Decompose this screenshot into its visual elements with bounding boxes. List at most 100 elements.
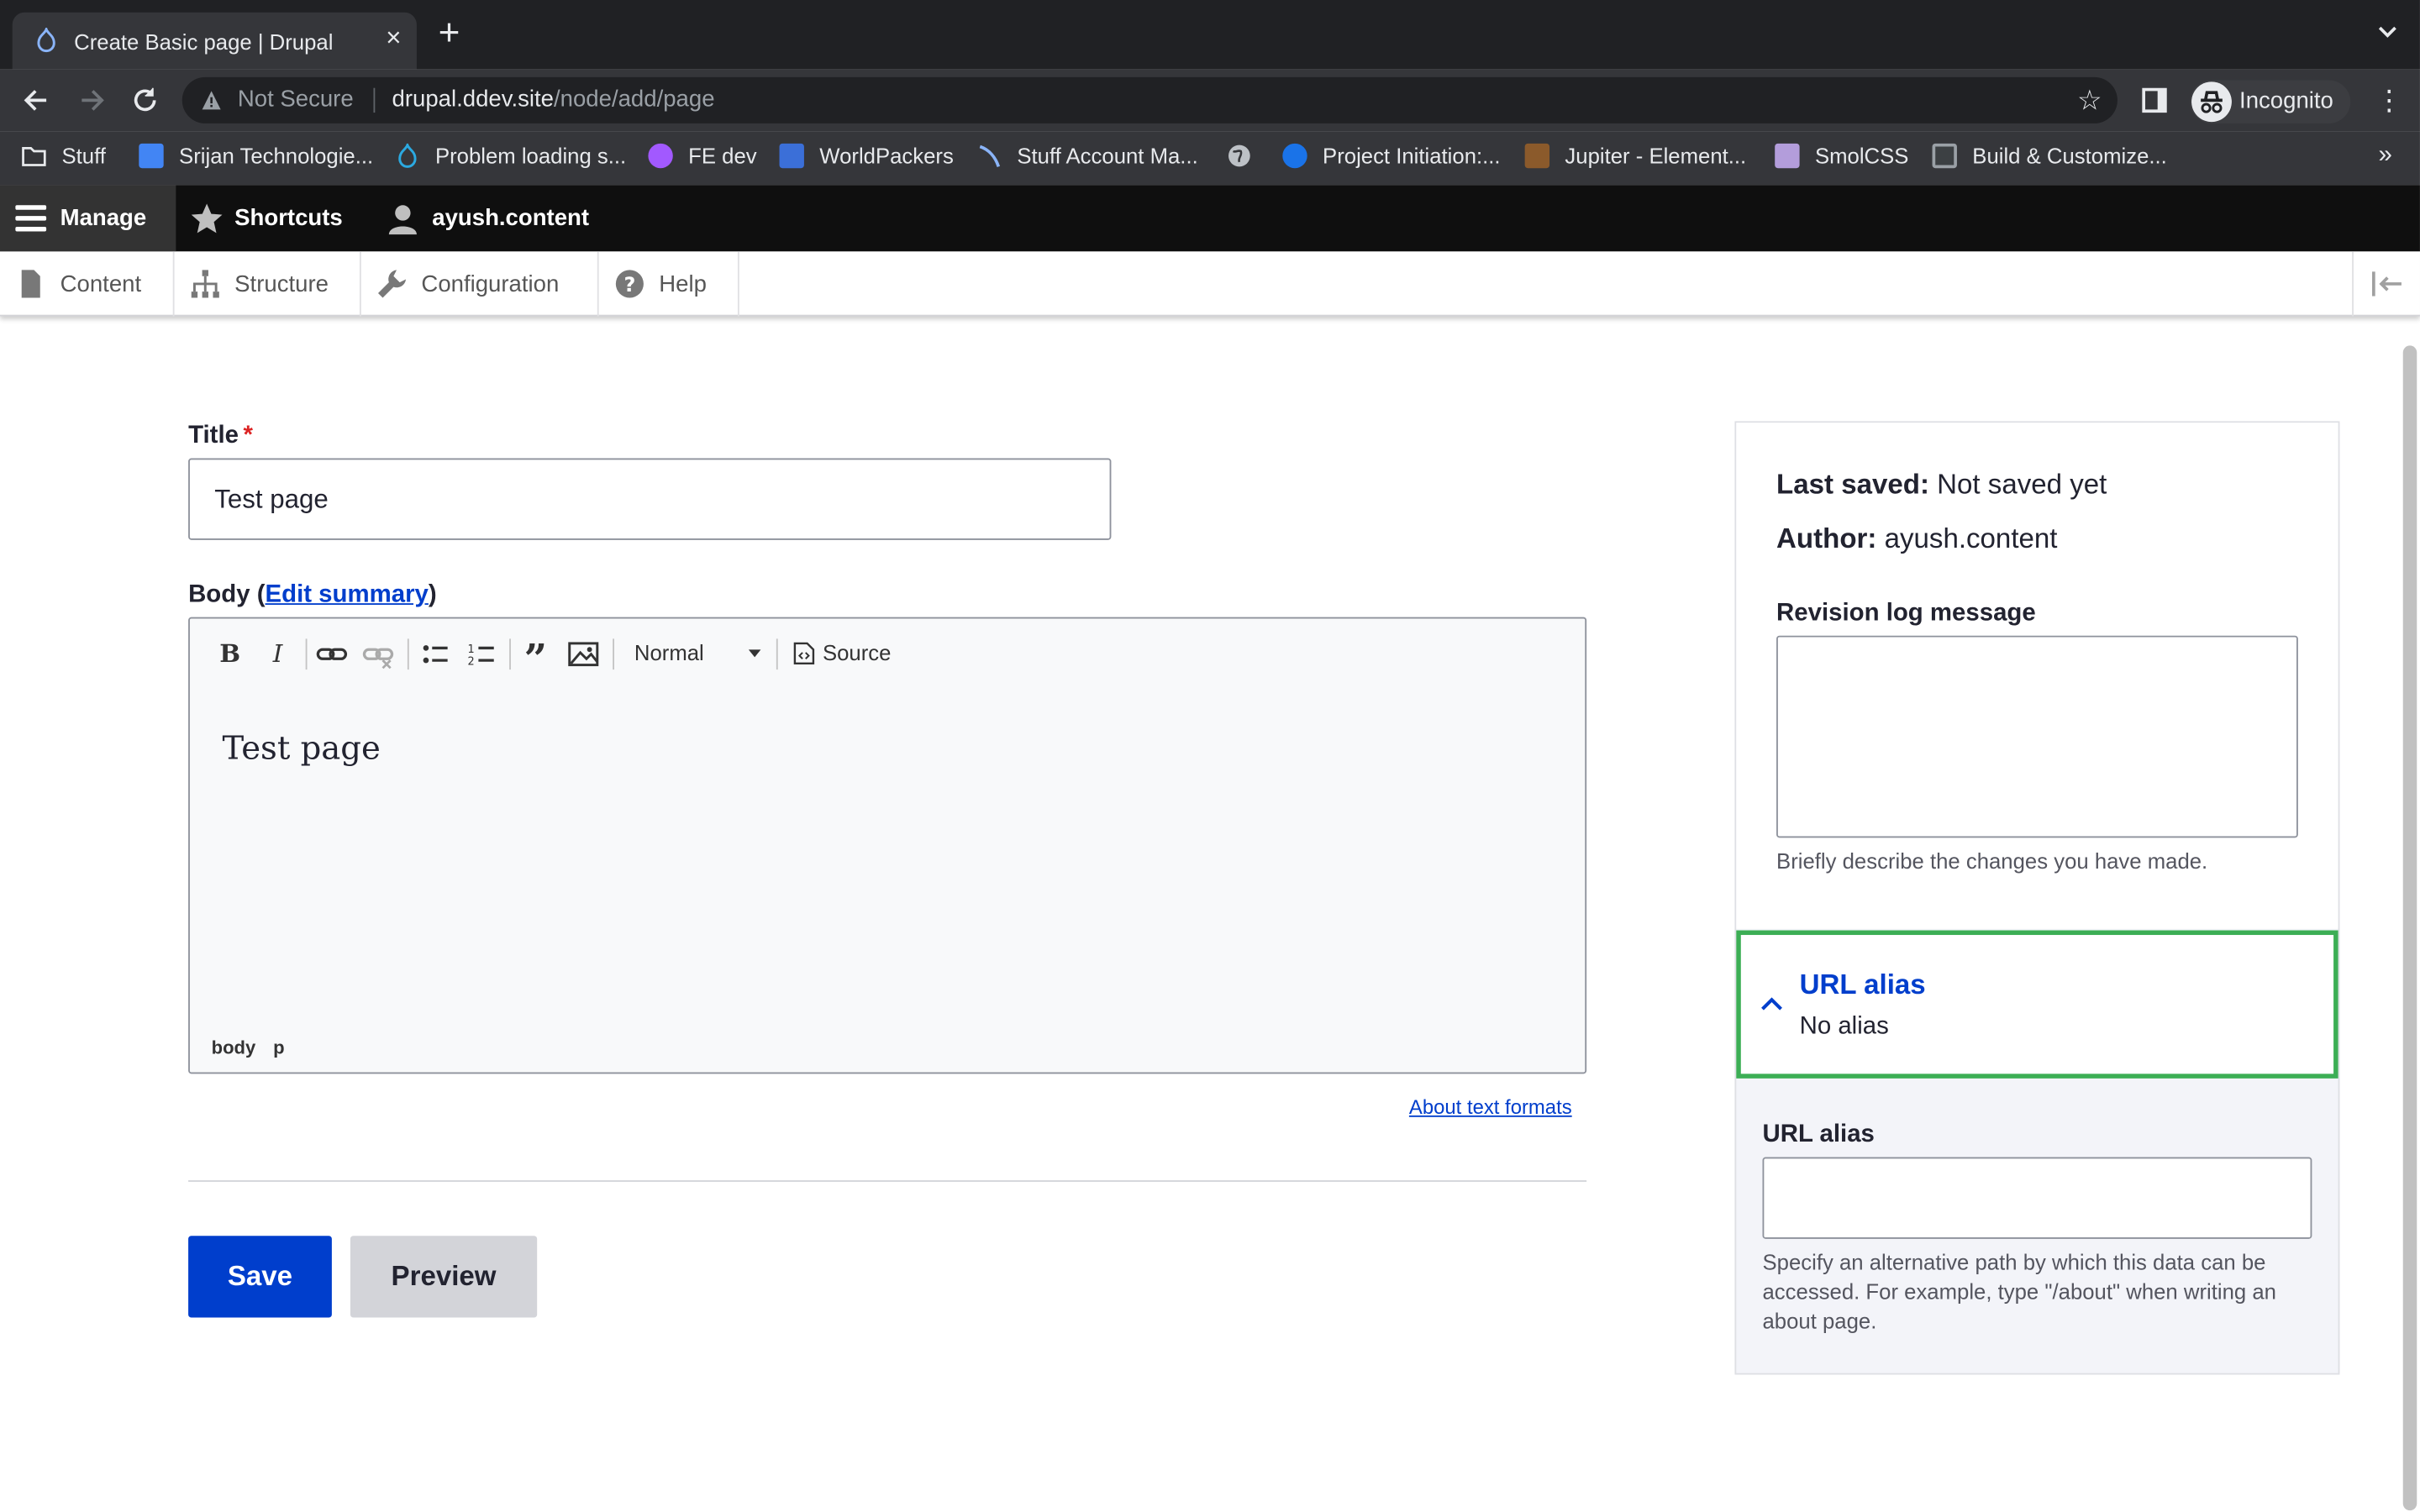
file-icon <box>21 270 40 298</box>
tray-content[interactable]: Content <box>0 251 175 317</box>
incognito-badge[interactable]: Incognito <box>2190 80 2351 123</box>
bookmarks-overflow-icon[interactable]: » <box>2379 142 2392 170</box>
edit-summary-link[interactable]: Edit summary <box>266 581 429 607</box>
tab-search-chevron-icon[interactable] <box>2377 22 2399 44</box>
svg-text:1: 1 <box>468 643 475 656</box>
url-alias-summary[interactable]: URL alias No alias <box>1736 930 2338 1079</box>
page-scrollbar[interactable] <box>2402 345 2417 1511</box>
manage-tab[interactable]: Manage <box>0 185 176 252</box>
bulleted-list-icon[interactable] <box>418 638 452 671</box>
url-alias-label: URL alias <box>1762 1121 1875 1148</box>
collapse-sidebar-icon <box>2372 271 2402 297</box>
incognito-label: Incognito <box>2239 87 2333 114</box>
url-path: /node/add/page <box>554 86 715 113</box>
toolbar-divider <box>776 638 778 670</box>
account-icon <box>979 144 1001 167</box>
side-panel-icon[interactable] <box>2142 87 2167 113</box>
toolbar-divider <box>407 638 409 670</box>
url-alias-heading: URL alias <box>1799 969 1926 1000</box>
address-bar[interactable]: Not Secure drupal.ddev.site/node/add/pag… <box>182 76 2118 123</box>
hamburger-icon <box>15 205 47 232</box>
url-alias-help: Specify an alternative path by which thi… <box>1762 1249 2276 1333</box>
u-icon <box>1932 143 1957 169</box>
bookmark-worldpackers[interactable]: WorldPackers <box>779 143 954 171</box>
bookmark-project-initiation[interactable]: Project Initiation:... <box>1282 143 1501 171</box>
browser-toolbar: Not Secure drupal.ddev.site/node/add/pag… <box>0 69 2420 132</box>
path-body[interactable]: body <box>212 1037 256 1058</box>
figma-icon <box>648 143 673 169</box>
path-p[interactable]: p <box>273 1037 284 1058</box>
toolbar-divider <box>613 638 615 670</box>
warning-triangle-icon <box>202 91 221 110</box>
browser-tab-active[interactable]: Create Basic page | Drupal × <box>12 12 417 70</box>
s-icon <box>1775 143 1800 169</box>
about-text-formats-link[interactable]: About text formats <box>1409 1095 1572 1119</box>
revision-log-help: Briefly describe the changes you have ma… <box>1776 848 2208 874</box>
image-icon[interactable] <box>566 638 600 671</box>
form-divider <box>188 1180 1587 1182</box>
tray-configuration[interactable]: Configuration <box>361 251 599 317</box>
bookmark-star-icon[interactable]: ☆ <box>2077 85 2102 116</box>
link-icon[interactable] <box>315 638 349 671</box>
browser-tab-title: Create Basic page | Drupal <box>74 29 334 55</box>
heading-dropdown[interactable]: Normal <box>634 640 704 664</box>
author: Author: ayush.content <box>1776 522 2058 554</box>
italic-icon[interactable]: I <box>260 638 294 671</box>
numbered-list-icon[interactable]: 12 <box>465 638 498 671</box>
bookmark-stuff[interactable]: Stuff <box>22 144 106 171</box>
star-icon <box>191 203 223 234</box>
bookmarks-bar: Stuff Srijan Technologie... Problem load… <box>0 131 2420 186</box>
jupiter-icon <box>1524 143 1550 169</box>
forward-arrow-icon[interactable] <box>76 85 107 116</box>
bookmark-jupiter[interactable]: Jupiter - Element... <box>1524 143 1746 171</box>
tray-help[interactable]: ? Help <box>599 251 739 317</box>
unlink-icon[interactable] <box>361 638 395 671</box>
url-host: drupal.ddev.site <box>392 86 555 113</box>
c-icon <box>1282 143 1307 169</box>
body-editor: B I 12 ” Normal Source Test page body p <box>188 617 1587 1074</box>
editor-toolbar: B I 12 ” Normal Source <box>190 619 1585 690</box>
bookmark-build-customize[interactable]: Build & Customize... <box>1932 143 2167 171</box>
dropdown-caret-icon <box>748 649 761 658</box>
close-tab-icon[interactable]: × <box>386 24 401 52</box>
source-button[interactable]: Source <box>793 640 891 665</box>
not-secure-label: Not Secure <box>237 86 354 113</box>
globe-icon <box>1228 144 1250 167</box>
wrench-icon <box>377 270 407 298</box>
reload-icon[interactable] <box>129 85 160 116</box>
bookmark-smolcss[interactable]: SmolCSS <box>1775 143 1908 171</box>
svg-text:2: 2 <box>468 656 475 669</box>
admin-tray: Content Structure Configuration ? Help <box>0 251 2420 317</box>
title-input[interactable]: Test page <box>188 458 1112 540</box>
url-alias-input[interactable] <box>1762 1157 2312 1239</box>
drupal-favicon-icon <box>37 28 55 53</box>
tray-structure[interactable]: Structure <box>175 251 361 317</box>
bookmark-globe[interactable] <box>1227 144 1267 171</box>
bookmark-problem-loading[interactable]: Problem loading s... <box>395 143 626 171</box>
back-arrow-icon[interactable] <box>22 85 53 116</box>
bookmark-srijan[interactable]: Srijan Technologie... <box>139 143 373 171</box>
toolbar-divider <box>305 638 308 670</box>
source-icon <box>793 642 815 664</box>
help-icon: ? <box>615 270 644 298</box>
address-url[interactable]: drupal.ddev.site/node/add/page <box>392 87 715 113</box>
save-button[interactable]: Save <box>188 1236 332 1318</box>
shortcuts-tab[interactable]: Shortcuts <box>234 205 343 231</box>
new-tab-icon[interactable]: + <box>439 14 460 51</box>
tray-orientation-toggle[interactable] <box>2352 251 2420 317</box>
revision-log-textarea[interactable] <box>1776 635 2298 838</box>
bold-icon[interactable]: B <box>213 638 246 671</box>
browser-menu-icon[interactable]: ⋮ <box>2375 83 2403 120</box>
svg-text:?: ? <box>623 273 635 297</box>
blockquote-icon[interactable]: ” <box>518 638 552 684</box>
toolbar-divider <box>509 638 511 670</box>
editor-content[interactable]: Test page <box>222 730 380 767</box>
user-tab[interactable]: ayush.content <box>432 205 589 231</box>
user-icon <box>388 205 417 235</box>
bookmark-stuff-account[interactable]: Stuff Account Ma... <box>977 144 1198 171</box>
chevron-up-icon <box>1761 997 1782 1011</box>
node-meta-sidebar: Last saved: Not saved yet Author: ayush.… <box>1734 421 2340 1375</box>
last-saved: Last saved: Not saved yet <box>1776 469 2107 501</box>
bookmark-fe-dev[interactable]: FE dev <box>648 143 757 171</box>
preview-button[interactable]: Preview <box>350 1236 538 1318</box>
